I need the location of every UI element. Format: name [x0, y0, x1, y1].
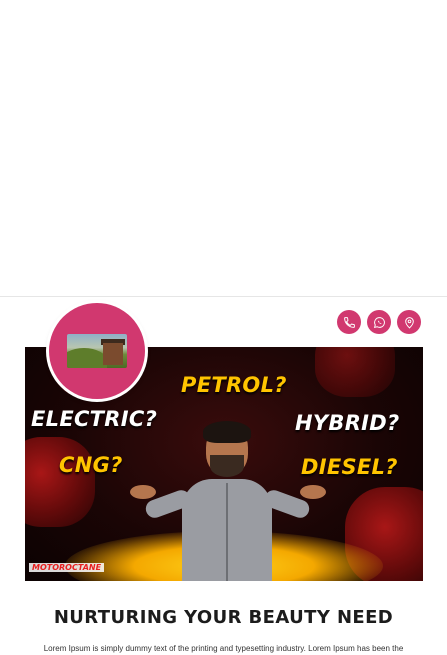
phone-button[interactable]: [337, 310, 361, 334]
section-description: Lorem Ipsum is simply dummy text of the …: [43, 644, 404, 653]
banner-word-diesel: DIESEL?: [301, 455, 398, 479]
phone-icon: [343, 316, 355, 328]
contact-buttons: [337, 310, 421, 334]
section-heading: NURTURING YOUR BEAUTY NEED: [53, 607, 394, 628]
presenter-figure: [130, 421, 326, 581]
banner-word-petrol: PETROL?: [181, 373, 287, 397]
banner-word-hybrid: HYBRID?: [295, 411, 400, 435]
whatsapp-icon: [373, 316, 385, 328]
engine-graphic: [315, 347, 395, 397]
brand-watermark: MOTOROCTANE: [29, 563, 105, 572]
banner-word-electric: ELECTRIC?: [31, 407, 158, 431]
blank-area: [0, 0, 447, 296]
location-pin-icon: [404, 316, 414, 329]
logo-image: [67, 334, 127, 368]
engine-graphic: [25, 437, 95, 527]
whatsapp-button[interactable]: [367, 310, 391, 334]
profile-logo[interactable]: [49, 303, 145, 399]
location-button[interactable]: [397, 310, 421, 334]
banner-word-cng: CNG?: [59, 453, 123, 477]
